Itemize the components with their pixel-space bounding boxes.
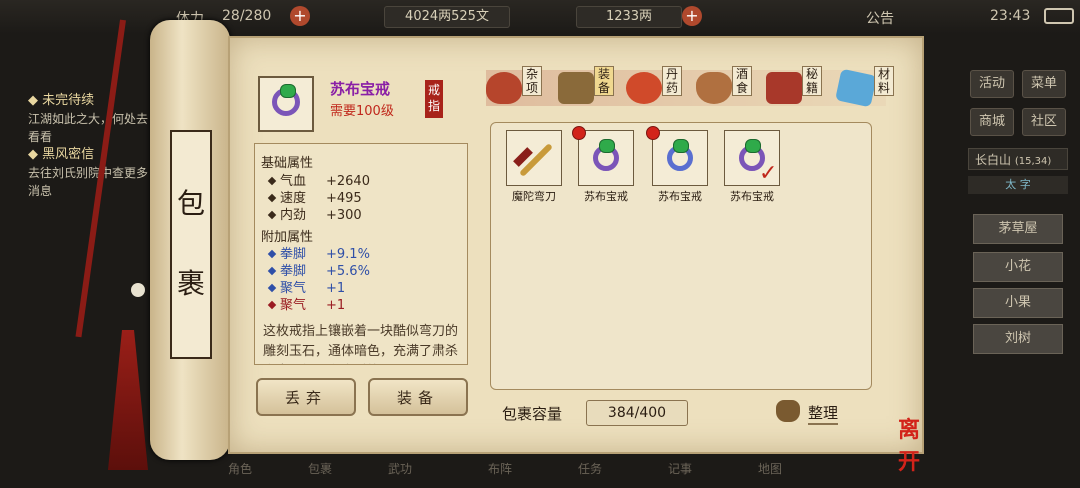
pot-icon <box>486 72 522 104</box>
shop-button[interactable]: 商城 <box>970 108 1014 136</box>
scroll-title: 包 裹 <box>170 130 212 359</box>
tab-label: 丹药 <box>662 66 682 96</box>
location-tabs[interactable]: 太 字 <box>968 176 1068 194</box>
nav-item[interactable]: 包裹 <box>308 460 332 477</box>
wine-jar-icon <box>696 72 732 104</box>
bag-icon <box>776 400 800 422</box>
leave-button[interactable]: 离开 <box>898 412 938 475</box>
tab-pills[interactable]: 丹药 <box>626 66 690 110</box>
scroll-title-char: 包 <box>176 187 205 220</box>
quest-title: ◆ 未完待续 <box>28 93 95 108</box>
tab-misc[interactable]: 杂项 <box>486 66 550 110</box>
sort-label: 整理 <box>808 402 839 425</box>
new-item-badge <box>646 126 660 140</box>
equip-button[interactable]: 装备 <box>368 378 468 416</box>
add-stamina-button[interactable]: + <box>290 6 310 26</box>
selected-item-icon <box>258 76 314 132</box>
scroll-title-char: 裹 <box>176 267 205 300</box>
tab-manuals[interactable]: 秘籍 <box>766 66 830 110</box>
gem-icon <box>745 139 761 153</box>
tab-equipment[interactable]: 装备 <box>558 66 622 110</box>
tab-label: 秘籍 <box>802 66 822 96</box>
slot-label: 苏布宝戒 <box>584 190 628 203</box>
stat-row: 聚气 +1 <box>267 294 345 313</box>
weapon-icon <box>558 72 594 104</box>
tab-food[interactable]: 酒食 <box>696 66 760 110</box>
crystal-icon <box>835 68 877 108</box>
location-display[interactable]: 长白山 (15,34) <box>968 148 1068 170</box>
nav-item[interactable]: 布阵 <box>488 460 512 477</box>
bottom-nav: 角色 包裹 武功 布阵 任务 记事 地图 <box>228 452 828 488</box>
item-description: 这枚戒指上镶嵌着一块酷似弯刀的雕刻玉石，通体暗色，充满了肃杀之意，好似在击时能 <box>263 324 459 359</box>
slot-label: 苏布宝戒 <box>730 190 774 203</box>
tab-label: 酒食 <box>732 66 752 96</box>
gem-icon <box>280 84 296 98</box>
stamina-value: 28/280 <box>222 8 272 24</box>
quest-list[interactable]: ◆ 未完待续 江湖如此之大，何处去看看 ◆ 黑风密信 去往刘氏别院中查更多消息 <box>28 92 158 200</box>
slot-label: 苏布宝戒 <box>658 190 702 203</box>
tab-materials[interactable]: 材料 <box>835 66 902 110</box>
npc-button[interactable]: 刘树 <box>973 324 1063 354</box>
sort-button[interactable]: 整理 <box>776 398 848 426</box>
community-button[interactable]: 社区 <box>1022 108 1066 136</box>
npc-button[interactable]: 茅草屋 <box>973 214 1063 244</box>
equipped-check-icon: ✓ <box>759 161 778 186</box>
nav-item[interactable]: 任务 <box>578 460 602 477</box>
activity-button[interactable]: 活动 <box>970 70 1014 98</box>
tab-label: 装备 <box>594 66 614 96</box>
npc-button[interactable]: 小果 <box>973 288 1063 318</box>
slot-label: 魔陀弯刀 <box>512 190 556 203</box>
item-name: 苏布宝戒 <box>330 80 391 98</box>
item-requirement: 需要100级 <box>330 104 394 119</box>
inventory-slot[interactable]: ✓ <box>724 130 780 186</box>
npc-button[interactable]: 小花 <box>973 252 1063 282</box>
gold-display: 1233两 <box>576 6 682 28</box>
inventory-slot[interactable] <box>652 130 708 186</box>
add-gold-button[interactable]: + <box>682 6 702 26</box>
money-display: 4024两525文 <box>384 6 510 28</box>
nav-item[interactable]: 角色 <box>228 460 252 477</box>
clock: 23:43 <box>990 8 1031 24</box>
inventory-slot[interactable] <box>578 130 634 186</box>
quest-text: 江湖如此之大，何处去看看 <box>28 112 149 144</box>
pill-icon <box>626 72 662 104</box>
discard-button[interactable]: 丢弃 <box>256 378 356 416</box>
book-icon <box>766 72 802 104</box>
item-type-tag: 戒指 <box>425 80 443 118</box>
gem-icon <box>673 139 689 153</box>
base-stats-header: 基础属性 <box>261 156 314 171</box>
item-stats-box[interactable]: 基础属性 气血 +2640 速度 +495 内劲 +300 附加属性 拳脚 +9.1% … <box>254 143 468 365</box>
tassel <box>108 330 148 470</box>
new-item-badge <box>572 126 586 140</box>
menu-button[interactable]: 菜单 <box>1022 70 1066 98</box>
quest-title: ◆ 黑风密信 <box>28 147 95 162</box>
announcement-button[interactable]: 公告 <box>866 8 894 28</box>
stat-row: 内劲 +300 <box>267 204 362 223</box>
nav-item[interactable]: 武功 <box>388 460 412 477</box>
capacity-value: 384/400 <box>586 400 688 426</box>
tab-label: 材料 <box>874 66 894 96</box>
gem-icon <box>599 139 615 153</box>
battery-icon <box>1044 8 1074 24</box>
nav-item[interactable]: 记事 <box>668 460 692 477</box>
tab-label: 杂项 <box>522 66 542 96</box>
inventory-slot[interactable] <box>506 130 562 186</box>
capacity-label: 包裹容量 <box>502 405 563 423</box>
quest-text: 去往刘氏别院中查更多消息 <box>28 166 149 198</box>
nav-item[interactable]: 地图 <box>758 460 782 477</box>
bead <box>131 283 145 297</box>
